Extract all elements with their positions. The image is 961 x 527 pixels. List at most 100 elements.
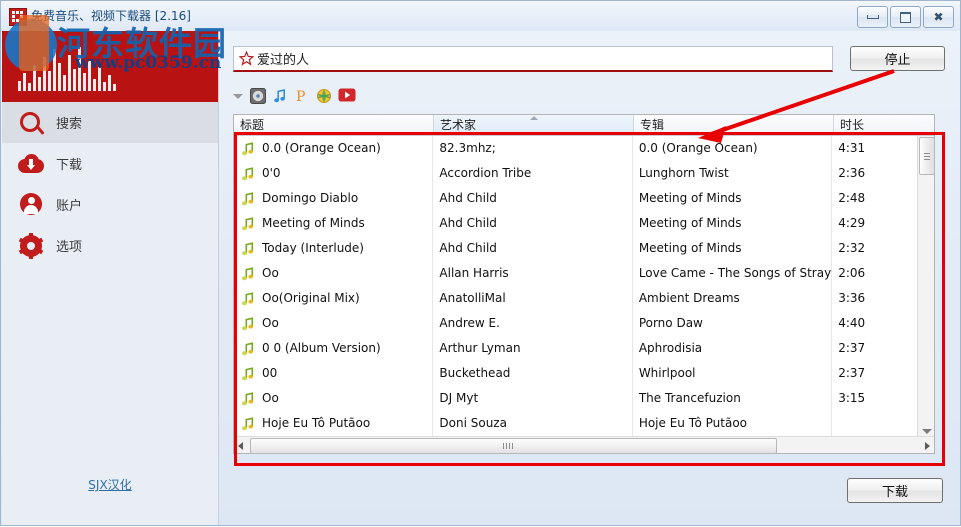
letter-p-icon[interactable]: P [294,88,310,105]
cell-artist: Ahd Child [433,211,633,236]
table-row[interactable]: Oo Andrew E. Porno Daw 4:40 [234,311,917,336]
sort-ascending-icon [529,116,538,120]
music-note-icon [240,216,256,232]
cell-title-text: Oo [262,316,279,330]
minimize-button[interactable] [857,6,888,28]
table-body[interactable]: 0.0 (Orange Ocean) 82.3mhz; 0.0 (Orange Oc… [234,136,917,436]
youtube-icon[interactable] [338,88,356,104]
cell-duration: 3:36 [838,291,866,305]
table-row[interactable]: Today (Interlude) Ahd Child Meeting of Min… [234,236,917,261]
cell-title: Hoje Eu Tô Putãoo [234,411,434,436]
user-icon [18,192,44,218]
sidebar-item-search[interactable]: 搜索 [2,102,218,143]
gear-icon [18,232,44,259]
sidebar-item-label: 搜索 [56,117,83,132]
vertical-scrollbar-thumb[interactable] [919,137,935,175]
table-row[interactable]: 0 0 (Album Version) Arthur Lyman Aphrodisi… [234,336,917,361]
sidebar-item-download[interactable]: 下载 [2,143,218,184]
scroll-right-icon[interactable] [925,442,930,450]
cell-duration: 2:36 [838,166,866,180]
table-row[interactable]: Meeting of Minds Ahd Child Meeting of Mind… [234,211,917,236]
main-pane: 爱过的人 停止 P 标题 艺术家 专辑 时长 0.0 (Orange Ocean… [219,31,960,525]
waveform-logo-icon [18,45,138,91]
cell-title: Oo [234,261,434,286]
table-row[interactable]: Hoje Eu Tô Putãoo Doni Souza Hoje Eu Tô Pu… [234,411,917,436]
cell-artist: Ahd Child [433,186,633,211]
vertical-scrollbar[interactable] [917,136,935,436]
column-header-title[interactable]: 标题 [234,115,434,135]
cell-title-text: 0 0 (Album Version) [262,341,381,355]
title-bar: 免费音乐、视频下载器 [2.16] ✖ [1,1,960,31]
cell-title: 0 0 (Album Version) [234,336,434,361]
cell-artist: Doni Souza [433,411,633,436]
sidebar-item-label: 账户 [56,199,83,214]
disc-icon[interactable] [250,88,266,104]
cell-duration: 2:37 [838,341,866,355]
horizontal-scrollbar-thumb[interactable] [250,438,777,454]
results-table: 标题 艺术家 专辑 时长 0.0 (Orange Ocean) 82.3mhz; 0… [233,114,935,454]
table-header-row: 标题 艺术家 专辑 时长 [234,115,934,136]
cell-artist: DJ Myt [433,386,633,411]
cell-artist: 82.3mhz; [433,136,633,161]
music-note-icon [240,416,256,432]
table-row[interactable]: 0.0 (Orange Ocean) 82.3mhz; 0.0 (Orange Oc… [234,136,917,161]
cell-artist: AnatolliMal [433,286,633,311]
scroll-left-icon[interactable] [238,442,243,450]
translator-credit-link[interactable]: SJX汉化 [2,476,218,493]
cell-album: Meeting of Minds [633,236,833,261]
cell-title-text: Oo(Original Mix) [262,291,360,305]
music-note-icon[interactable] [272,88,288,104]
stop-button[interactable]: 停止 [850,46,945,71]
cell-album: Porno Daw [633,311,833,336]
maximize-button[interactable] [890,6,921,28]
cell-title: 00 [234,361,434,386]
minimize-icon [866,15,879,19]
download-button[interactable]: 下载 [847,478,943,503]
search-row: 爱过的人 停止 [233,46,945,72]
horizontal-scrollbar[interactable] [234,436,934,454]
application-window: 免费音乐、视频下载器 [2.16] ✖ 搜索 下载 账户 选项 SJX汉化 爱过… [0,0,961,526]
cell-artist: Buckethead [433,361,633,386]
search-icon [18,110,44,136]
scroll-down-icon[interactable] [922,429,932,434]
cell-duration: 3:15 [838,391,866,405]
sidebar-item-account[interactable]: 账户 [2,184,218,225]
table-row[interactable]: Oo Allan Harris Love Came - The Songs of S… [234,261,917,286]
table-row[interactable]: 0'0 Accordion Tribe Lunghorn Twist 2:36 [234,161,917,186]
globe-icon[interactable] [316,88,332,104]
table-row[interactable]: Domingo Diablo Ahd Child Meeting of Minds 2… [234,186,917,211]
column-header-label: 艺术家 [440,118,477,132]
table-row[interactable]: Oo(Original Mix) AnatolliMal Ambient Dream… [234,286,917,311]
source-filter-row: P [233,87,356,105]
column-header-album[interactable]: 专辑 [634,115,834,135]
cell-duration: 2:06 [838,266,866,280]
cell-duration: 2:48 [838,191,866,205]
column-header-artist[interactable]: 艺术家 [434,115,634,135]
table-row[interactable]: 00 Buckethead Whirlpool 2:37 [234,361,917,386]
cell-title: Oo [234,386,434,411]
cell-title-text: Today (Interlude) [262,241,364,255]
cell-title-text: Domingo Diablo [262,191,359,205]
column-header-duration[interactable]: 时长 [834,115,919,135]
cell-duration: 4:29 [838,216,866,230]
cell-album: Meeting of Minds [633,186,833,211]
chevron-down-icon[interactable] [233,93,243,99]
app-icon [9,8,27,26]
cell-title-text: Hoje Eu Tô Putãoo [262,416,371,430]
column-header-label: 时长 [840,118,865,132]
cell-album: Whirlpool [633,361,833,386]
close-button[interactable]: ✖ [923,6,954,28]
music-note-icon [240,316,256,332]
cell-album: Love Came - The Songs of Strayhorn [633,261,833,286]
cell-artist: Ahd Child [433,236,633,261]
window-controls: ✖ [857,6,954,28]
table-row[interactable]: Oo DJ Myt The Trancefuzion 3:15 [234,386,917,411]
cell-duration: 4:31 [838,141,866,155]
cell-album: Aphrodisia [633,336,833,361]
cell-album: Ambient Dreams [633,286,833,311]
search-input[interactable]: 爱过的人 [233,46,833,72]
star-icon [238,50,255,66]
cell-title: 0'0 [234,161,434,186]
music-note-icon [240,191,256,207]
sidebar-item-options[interactable]: 选项 [2,225,218,266]
